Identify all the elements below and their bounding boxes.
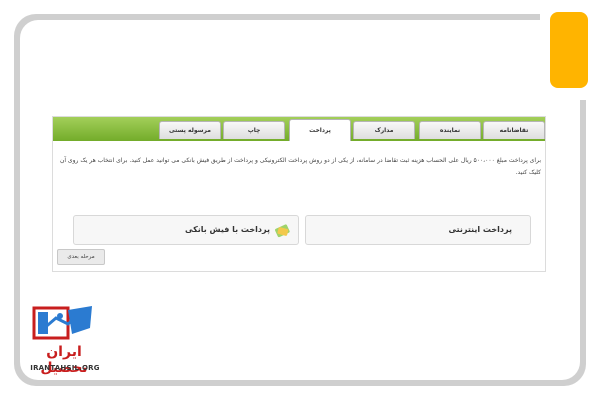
orange-decoration [550, 12, 588, 88]
bank-slip-option[interactable]: پرداخت با فیش بانکی [73, 215, 299, 245]
next-step-button[interactable]: مرحله بعدی [57, 249, 105, 265]
tab-bar: تقاضانامه نماینده مدارک پرداخت چاپ مرسول… [53, 117, 545, 141]
tab-representative[interactable]: نماینده [419, 121, 481, 139]
payment-description: برای پرداخت مبلغ ۵۰۰،۰۰۰ ریال علی الحساب… [59, 157, 541, 176]
payment-panel: تقاضانامه نماینده مدارک پرداخت چاپ مرسول… [52, 116, 546, 272]
bank-card-icon [275, 224, 290, 238]
tab-print[interactable]: چاپ [223, 121, 285, 139]
tab-documents[interactable]: مدارک [353, 121, 415, 139]
tab-payment[interactable]: پرداخت [289, 119, 351, 141]
online-payment-label: پرداخت اینترنتی [448, 225, 512, 234]
logo-url: IRANTAHSIL.ORG [30, 364, 100, 372]
online-payment-option[interactable]: پرداخت اینترنتی [305, 215, 531, 245]
tab-application[interactable]: تقاضانامه [483, 121, 545, 139]
bank-slip-label: پرداخت با فیش بانکی [185, 225, 270, 234]
tab-postal-shipment[interactable]: مرسوله پستی [159, 121, 221, 139]
